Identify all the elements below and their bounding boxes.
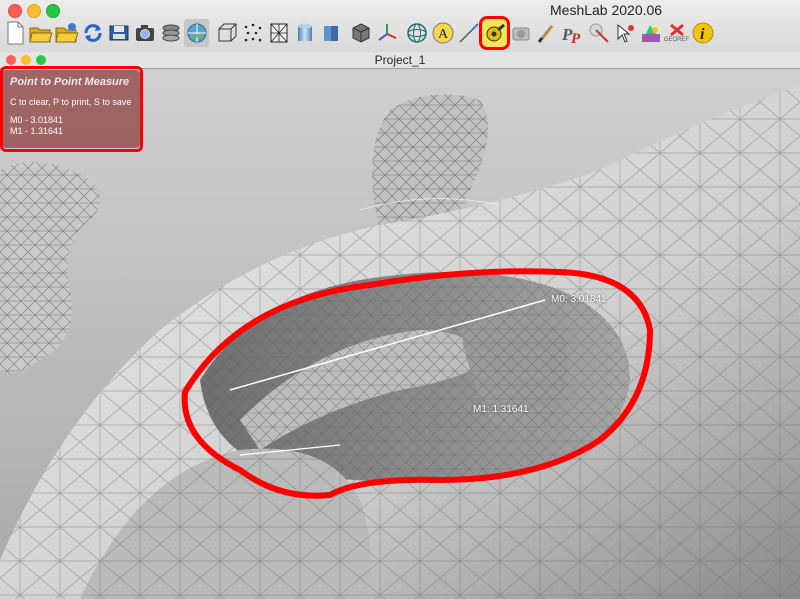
snapshot-camera-icon[interactable]	[508, 19, 533, 47]
reload-icon[interactable]	[80, 19, 105, 47]
m0-measure-label: M0: 3.01841	[551, 294, 607, 305]
edit-align-icon[interactable]	[586, 19, 611, 47]
pickpoints-icon[interactable]: PP	[560, 19, 585, 47]
axis-icon[interactable]	[374, 19, 399, 47]
title-bar: MeshLab 2020.06 A P P GEOREF i	[0, 0, 800, 53]
m1-measure-label: M1: 1.31641	[473, 404, 529, 415]
georef-icon[interactable]: GEOREF	[664, 19, 689, 47]
open-project-icon[interactable]	[54, 19, 79, 47]
annotation-a-icon[interactable]: A	[430, 19, 455, 47]
main-toolbar: A PP GEOREF i	[0, 15, 800, 51]
new-document-icon[interactable]	[2, 19, 27, 47]
lighting-cube-icon[interactable]	[348, 19, 373, 47]
save-icon[interactable]	[106, 19, 131, 47]
globe-view-icon[interactable]	[184, 19, 209, 47]
georef-label: GEOREF	[663, 36, 690, 43]
snapshot-icon[interactable]	[132, 19, 157, 47]
paint-brush-icon[interactable]	[534, 19, 559, 47]
open-folder-icon[interactable]	[28, 19, 53, 47]
select-vertex-icon[interactable]	[612, 19, 637, 47]
paint-vertex-icon[interactable]	[638, 19, 663, 47]
flat-icon[interactable]	[318, 19, 343, 47]
wireframe-icon[interactable]	[266, 19, 291, 47]
info-icon[interactable]: i	[690, 19, 715, 47]
highlight-measure-panel	[0, 66, 143, 152]
svg-text:i: i	[700, 26, 705, 43]
points-icon[interactable]	[240, 19, 265, 47]
trackball-icon[interactable]	[404, 19, 429, 47]
measure-tape-icon[interactable]	[479, 16, 510, 50]
layers-icon[interactable]	[158, 19, 183, 47]
bbox-icon[interactable]	[214, 19, 239, 47]
svg-text:A: A	[438, 27, 449, 42]
select-icon[interactable]	[456, 19, 481, 47]
svg-text:P: P	[571, 31, 581, 45]
smooth-icon[interactable]	[292, 19, 317, 47]
project-title: Project_1	[374, 53, 426, 67]
